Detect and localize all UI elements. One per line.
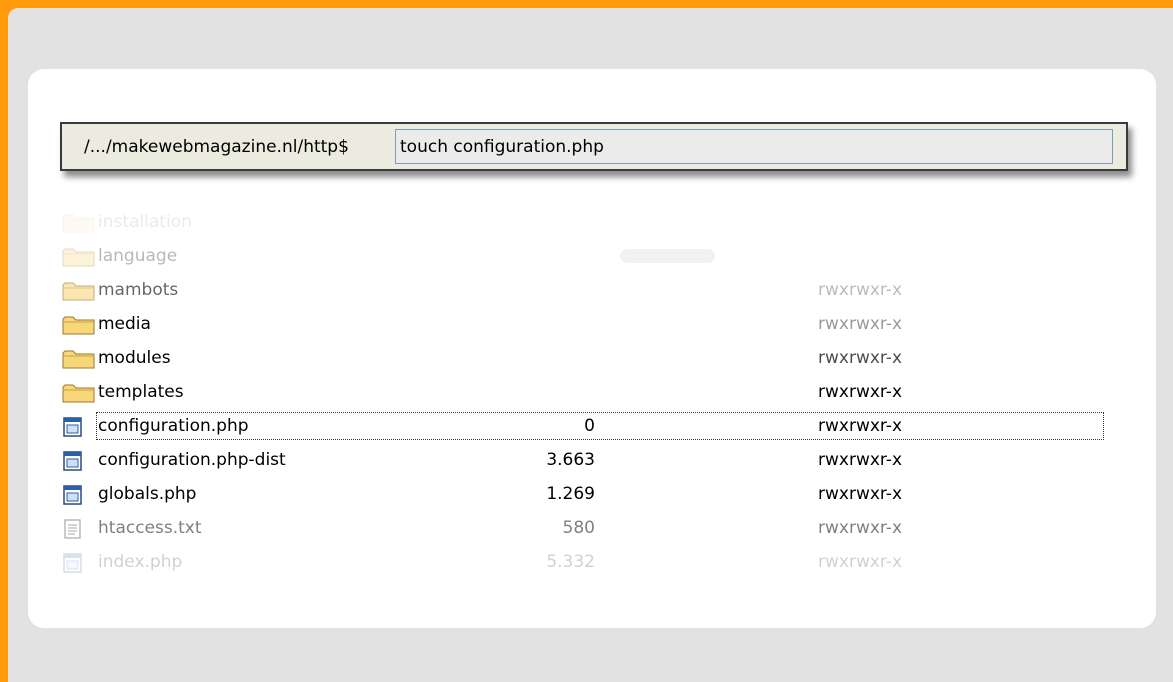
shell-prompt: /.../makewebmagazine.nl/http$ — [84, 137, 349, 157]
file-size: 1.269 — [546, 484, 595, 504]
file-name: index.php — [98, 552, 183, 572]
file-row-templates[interactable]: templates rwxrwxr-x — [62, 375, 1107, 409]
file-name: language — [98, 246, 178, 266]
folder-icon — [62, 213, 96, 233]
file-permissions: rwxrwxr-x — [818, 314, 903, 334]
file-size: 3.663 — [546, 450, 595, 470]
php-file-icon — [62, 485, 96, 505]
file-row-configuration-php[interactable]: configuration.php 0 rwxrwxr-x — [62, 409, 1107, 443]
command-bar: /.../makewebmagazine.nl/http$ — [60, 122, 1128, 171]
file-name: globals.php — [98, 484, 197, 504]
file-name: modules — [98, 348, 171, 368]
php-file-icon — [62, 553, 96, 573]
file-size: 0 — [584, 416, 595, 436]
folder-icon — [62, 349, 96, 369]
file-row-modules[interactable]: modules rwxrwxr-x — [62, 341, 1107, 375]
file-permissions: rwxrwxr-x — [818, 348, 903, 368]
file-list: installation language mambots rwxrwxr-x … — [62, 205, 1107, 579]
file-permissions: rwxrwxr-x — [818, 518, 903, 538]
file-row-language[interactable]: language — [62, 239, 1107, 273]
php-file-icon — [62, 417, 96, 437]
text-file-icon — [62, 519, 96, 539]
file-permissions: rwxrwxr-x — [818, 416, 903, 436]
php-file-icon — [62, 451, 96, 471]
folder-icon — [62, 315, 96, 335]
file-name: installation — [98, 212, 192, 232]
file-permissions: rwxrwxr-x — [818, 552, 903, 572]
file-row-installation[interactable]: installation — [62, 205, 1107, 239]
file-row-htaccess-txt[interactable]: htaccess.txt 580 rwxrwxr-x — [62, 511, 1107, 545]
file-size: 5.332 — [546, 552, 595, 572]
file-row-mambots[interactable]: mambots rwxrwxr-x — [62, 273, 1107, 307]
folder-icon — [62, 281, 96, 301]
file-permissions: rwxrwxr-x — [818, 382, 903, 402]
folder-icon — [62, 247, 96, 267]
folder-icon — [62, 383, 96, 403]
file-name: mambots — [98, 280, 179, 300]
file-permissions: rwxrwxr-x — [818, 484, 903, 504]
file-row-index-php[interactable]: index.php 5.332 rwxrwxr-x — [62, 545, 1107, 579]
file-row-configuration-php-dist[interactable]: configuration.php-dist 3.663 rwxrwxr-x — [62, 443, 1107, 477]
file-permissions: rwxrwxr-x — [818, 280, 903, 300]
file-name: templates — [98, 382, 184, 402]
file-row-globals-php[interactable]: globals.php 1.269 rwxrwxr-x — [62, 477, 1107, 511]
file-permissions: rwxrwxr-x — [818, 450, 903, 470]
file-name: configuration.php-dist — [98, 450, 286, 470]
file-name: configuration.php — [98, 416, 249, 436]
command-input[interactable] — [395, 129, 1113, 164]
file-name: media — [98, 314, 151, 334]
file-size: 580 — [562, 518, 595, 538]
file-name: htaccess.txt — [98, 518, 202, 538]
file-row-media[interactable]: media rwxrwxr-x — [62, 307, 1107, 341]
